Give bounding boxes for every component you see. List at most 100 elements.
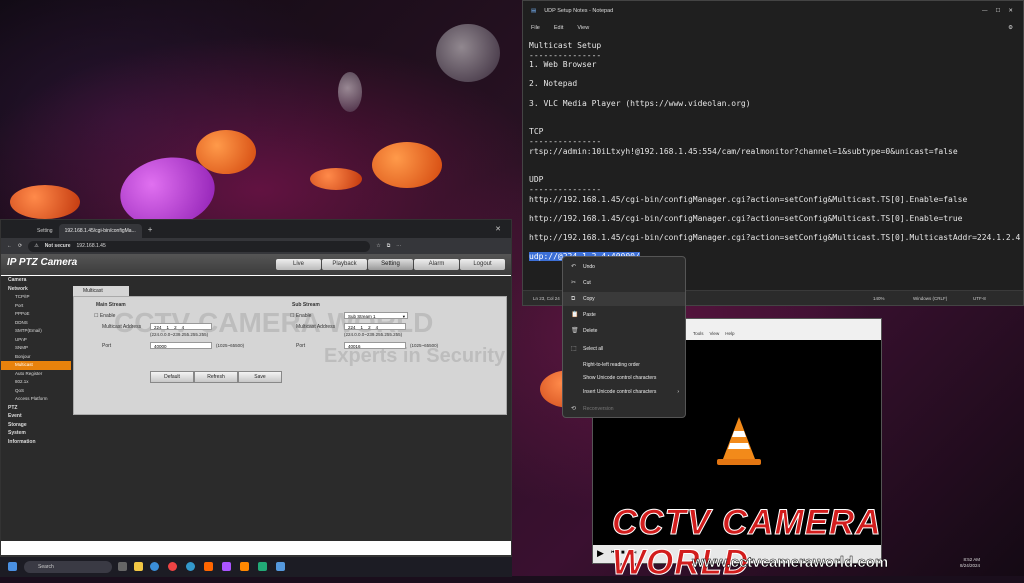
save-button[interactable]: Save xyxy=(238,371,282,383)
camera-header: IP PTZ Camera Live Playback Setting Alar… xyxy=(1,254,511,275)
sidebar-item-auto-register[interactable]: Auto Register xyxy=(1,370,71,379)
vlc-menu-view[interactable]: View xyxy=(710,331,720,340)
sub-stream-select[interactable]: Sub Stream 1 ▾ xyxy=(344,312,408,319)
sidebar-item-camera[interactable]: Camera xyxy=(1,276,71,285)
edge-icon[interactable] xyxy=(150,562,159,571)
notepad-line xyxy=(529,223,1017,233)
start-icon[interactable] xyxy=(8,562,17,571)
sub-enable-label: Enable xyxy=(295,313,312,319)
app-icon[interactable] xyxy=(204,562,213,571)
reload-icon[interactable]: ⟳ xyxy=(18,243,22,249)
sidebar-item-snmp[interactable]: SNMP xyxy=(1,344,71,353)
url-field[interactable]: ⚠ Not secure 192.168.1.45 xyxy=(28,240,371,252)
main-multicast-address-input[interactable]: 224 1 2 4 xyxy=(150,323,212,330)
browser-icon[interactable] xyxy=(186,562,195,571)
vlc-menu-help[interactable]: Help xyxy=(725,331,734,340)
undo-label: Undo xyxy=(583,264,595,270)
sub-port-input[interactable]: 40016 xyxy=(344,342,406,349)
taskbar-search[interactable]: Search xyxy=(24,561,112,573)
app-icon[interactable] xyxy=(258,562,267,571)
sidebar-item-information[interactable]: Information xyxy=(1,438,71,447)
nav-logout-button[interactable]: Logout xyxy=(460,259,505,270)
sub-multicast-address-input[interactable]: 224 1 2 4 xyxy=(344,323,406,330)
sidebar-item-multicast[interactable]: Multicast xyxy=(1,361,71,370)
menu-item-undo[interactable]: ↶ Undo xyxy=(563,260,685,274)
nav-alarm-button[interactable]: Alarm xyxy=(414,259,459,270)
menu-file[interactable]: File xyxy=(531,25,540,31)
notepad-line: http://192.168.1.45/cgi-bin/configManage… xyxy=(529,232,1021,242)
chrome-icon[interactable] xyxy=(168,562,177,571)
sidebar-item-storage[interactable]: Storage xyxy=(1,421,71,430)
menu-icon[interactable]: ⋯ xyxy=(396,243,401,249)
sidebar-item-network[interactable]: Network xyxy=(1,285,71,294)
notepad-title: UDP Setup Notes - Notepad xyxy=(544,8,614,14)
tab-multicast[interactable]: Multicast xyxy=(73,286,129,296)
notepad-line xyxy=(529,166,1017,176)
minimize-icon[interactable]: — xyxy=(982,8,988,14)
system-tray-clock[interactable]: 8:52 AM 8/24/2024 xyxy=(960,557,980,569)
sidebar-item-smtp-email[interactable]: SMTP(Email) xyxy=(1,327,71,336)
nav-playback-button[interactable]: Playback xyxy=(322,259,367,270)
vlc-taskbar-icon[interactable] xyxy=(240,562,249,571)
settings-gear-icon[interactable]: ⚙ xyxy=(1008,25,1013,31)
sidebar-item-upnp[interactable]: UPnP xyxy=(1,336,71,345)
close-window-icon[interactable]: ✕ xyxy=(495,225,501,233)
notepad-line: Multicast Setup xyxy=(529,41,602,50)
sidebar-item-event[interactable]: Event xyxy=(1,412,71,421)
sidebar-item-802-1x[interactable]: 802.1x xyxy=(1,378,71,387)
maximize-icon[interactable]: ☐ xyxy=(995,8,1000,14)
main-multicast-address-label: Multicast Address xyxy=(102,324,142,330)
close-icon[interactable]: ✕ xyxy=(1008,8,1013,14)
notepad-text-area[interactable]: Multicast Setup --------------- 1. Web Bro… xyxy=(523,35,1023,268)
sidebar-item-qos[interactable]: QoS xyxy=(1,387,71,396)
menu-item-select-all[interactable]: ⬚ Select all xyxy=(563,342,685,356)
brand-url: www.cctvcameraworld.com xyxy=(692,554,889,572)
vlc-menu-tools[interactable]: Tools xyxy=(693,331,704,340)
main-enable-label: Enable xyxy=(99,313,116,319)
menu-item-paste[interactable]: 📋 Paste xyxy=(563,308,685,322)
sidebar-item-ptz[interactable]: PTZ xyxy=(1,404,71,413)
menu-item-insert-unicode[interactable]: Insert Unicode control characters › xyxy=(563,385,685,399)
menu-item-rtl[interactable]: Right-to-left reading order xyxy=(563,358,685,372)
nav-live-button[interactable]: Live xyxy=(276,259,321,270)
new-tab-icon[interactable]: + xyxy=(148,225,153,234)
app-icon[interactable] xyxy=(222,562,231,571)
sub-enable-checkbox[interactable]: ☐ Enable xyxy=(290,313,311,319)
menu-item-copy[interactable]: ⧉ Copy xyxy=(563,292,685,306)
nav-setting-button[interactable]: Setting xyxy=(368,259,413,270)
paste-icon: 📋 xyxy=(571,312,579,318)
main-port-label: Port xyxy=(102,343,112,349)
delete-label: Delete xyxy=(583,328,598,334)
play-icon[interactable]: ▶ xyxy=(597,548,604,559)
menu-view[interactable]: View xyxy=(577,25,589,31)
sidebar-item-bonjour[interactable]: Bonjour xyxy=(1,353,71,362)
notepad-line: http://192.168.1.45/cgi-bin/configManage… xyxy=(529,213,963,223)
sidebar-item-pppoe[interactable]: PPPoE xyxy=(1,310,71,319)
notepad-line: --------------- xyxy=(529,50,602,60)
back-icon[interactable]: ← xyxy=(7,243,12,249)
menu-edit[interactable]: Edit xyxy=(554,25,563,31)
sidebar-item-access-platform[interactable]: Access Platform xyxy=(1,395,71,404)
default-button[interactable]: Default xyxy=(150,371,194,383)
main-port-input[interactable]: 40000 xyxy=(150,342,212,349)
favorite-star-icon[interactable]: ☆ xyxy=(376,243,380,249)
tab-setting[interactable]: Setting xyxy=(31,224,59,238)
menu-item-cut[interactable]: ✂ Cut xyxy=(563,276,685,290)
sidebar-item-ddns[interactable]: DDNS xyxy=(1,319,71,328)
main-address-octet-3: 2 xyxy=(174,325,177,330)
url-text: 192.168.1.45 xyxy=(76,243,106,249)
menu-item-delete[interactable]: 🗑 Delete xyxy=(563,324,685,338)
sidebar-item-system[interactable]: System xyxy=(1,429,71,438)
refresh-button[interactable]: Refresh xyxy=(194,371,238,383)
sidebar-item-port[interactable]: Port xyxy=(1,302,71,311)
file-explorer-icon[interactable] xyxy=(134,562,143,571)
notepad-taskbar-icon[interactable] xyxy=(276,562,285,571)
sidebar-item-tcp-ip[interactable]: TCP/IP xyxy=(1,293,71,302)
main-enable-checkbox[interactable]: ☐ Enable xyxy=(94,313,115,319)
sub-multicast-address-label: Multicast Address xyxy=(296,324,336,330)
extensions-icon[interactable]: ⧉ xyxy=(387,243,391,249)
sub-port-label: Port xyxy=(296,343,306,349)
tab-configmanager[interactable]: 192.168.1.45/cgi-bin/configMa... xyxy=(58,224,142,238)
menu-item-show-unicode[interactable]: Show Unicode control characters xyxy=(563,371,685,385)
task-view-icon[interactable] xyxy=(118,562,127,571)
